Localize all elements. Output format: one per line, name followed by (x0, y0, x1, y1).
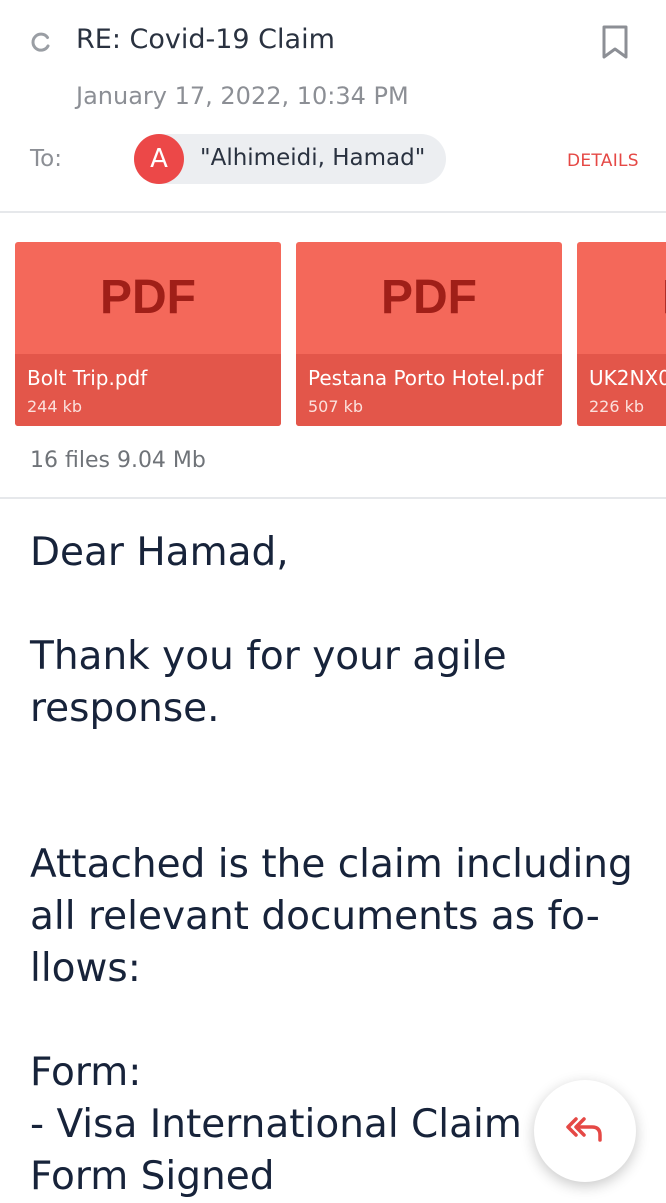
body-line: llows: (30, 946, 141, 991)
body-line: all relevant documents as fo- (30, 894, 600, 939)
attachment-meta: Pestana Porto Hotel.pdf 507 kb (296, 354, 562, 426)
attachment-size: 226 kb (589, 397, 645, 416)
body-line: response. (30, 686, 220, 731)
reply-all-icon (566, 1117, 602, 1142)
divider (0, 211, 666, 213)
attachment-card[interactable]: PDF Pestana Porto Hotel.pdf 507 kb (296, 242, 562, 426)
to-label: To: (30, 146, 62, 172)
email-header: RE: Covid-19 Claim January 17, 2022, 10:… (0, 0, 666, 212)
email-subject: RE: Covid-19 Claim (76, 24, 335, 55)
attachments-carousel[interactable]: PDF Bolt Trip.pdf 244 kb PDF Pestana Por… (0, 228, 666, 428)
reply-all-button[interactable] (534, 1080, 636, 1182)
body-line: Thank you for your agile (30, 634, 507, 679)
recipient-name: "Alhimeidi, Hamad" (200, 145, 426, 171)
details-link[interactable]: DETAILS (567, 151, 639, 171)
attachment-name: Pestana Porto Hotel.pdf (308, 366, 544, 390)
attachment-size: 244 kb (27, 397, 83, 416)
attachments-summary: 16 files 9.04 Mb (30, 448, 206, 473)
pdf-icon: PDF (381, 271, 477, 324)
divider (0, 497, 666, 499)
refresh-icon[interactable] (30, 31, 52, 53)
pdf-icon: PDF (100, 271, 196, 324)
attachment-name: UK2NX0 (589, 366, 666, 390)
email-date: January 17, 2022, 10:34 PM (76, 82, 409, 110)
body-line: Attached is the claim including (30, 842, 633, 887)
attachment-card[interactable]: PDF UK2NX0 226 kb (577, 242, 666, 426)
avatar: A (134, 134, 184, 184)
pdf-icon: PDF (577, 270, 666, 325)
bookmark-icon[interactable] (600, 24, 630, 60)
attachment-name: Bolt Trip.pdf (27, 366, 148, 390)
attachment-meta: UK2NX0 226 kb (577, 354, 666, 426)
body-greeting: Dear Hamad, (30, 530, 289, 575)
recipient-chip[interactable]: A "Alhimeidi, Hamad" (134, 134, 446, 184)
attachment-size: 507 kb (308, 397, 364, 416)
attachment-card[interactable]: PDF Bolt Trip.pdf 244 kb (15, 242, 281, 426)
attachment-meta: Bolt Trip.pdf 244 kb (15, 354, 281, 426)
